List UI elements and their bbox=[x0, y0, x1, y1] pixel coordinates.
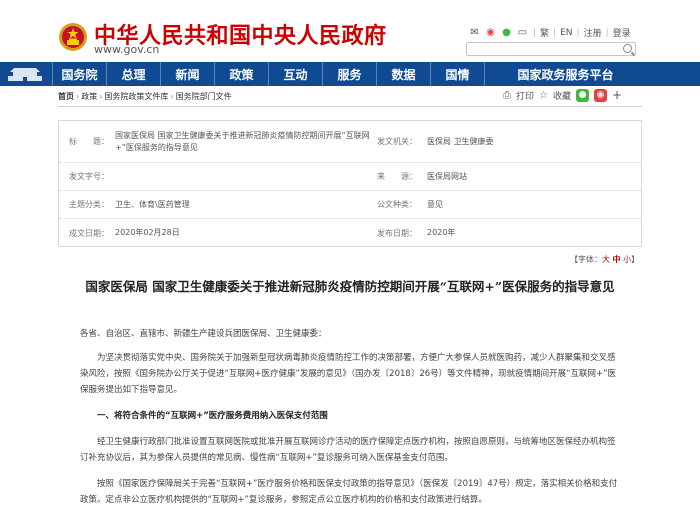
source-value: 医保局网站 bbox=[427, 171, 467, 181]
nav-item-premier[interactable]: 总理 bbox=[106, 62, 160, 86]
print-icon[interactable]: ⎙ bbox=[503, 90, 511, 101]
info-row-category: 主题分类： 卫生、体育\医药管理 公文种类： 意见 bbox=[59, 191, 641, 219]
breadcrumb-home[interactable]: 首页 bbox=[58, 92, 74, 101]
breadcrumb-department-docs[interactable]: 国务院部门文件 bbox=[176, 92, 232, 101]
site-url: www.gov.cn bbox=[94, 43, 160, 56]
category-label: 主题分类： bbox=[69, 200, 109, 209]
nav-item-data[interactable]: 数据 bbox=[376, 62, 430, 86]
breadcrumb-policy[interactable]: 政策 bbox=[81, 92, 97, 101]
info-row-docno: 发文字号： 来 源： 医保局网站 bbox=[59, 163, 641, 191]
search-input[interactable] bbox=[466, 42, 636, 56]
star-icon[interactable]: ☆ bbox=[539, 90, 548, 101]
breadcrumb: 首页 › 政策 › 国务院政策文件库 › 国务院部门文件 bbox=[58, 92, 232, 101]
publish-date-label: 发布日期： bbox=[377, 228, 417, 238]
font-size-large[interactable]: 大 bbox=[602, 255, 610, 264]
nav-item-interaction[interactable]: 互动 bbox=[268, 62, 322, 86]
title-label: 标 题： bbox=[69, 137, 109, 146]
title-value: 国家医保局 国家卫生健康委关于推进新冠肺炎疫情防控期间开展“互联网+”医保服务的… bbox=[115, 130, 370, 152]
breadcrumb-policy-library[interactable]: 国务院政策文件库 bbox=[104, 92, 168, 101]
link-register[interactable]: 注册 bbox=[584, 26, 602, 39]
wechat-icon[interactable]: ● bbox=[500, 27, 513, 38]
article-salutation: 各省、自治区、直辖市、新疆生产建设兵团医保局、卫生健康委： bbox=[80, 329, 327, 339]
main-nav: 国务院 总理 新闻 政策 互动 服务 数据 国情 国家政务服务平台 bbox=[0, 62, 700, 86]
issuer-value: 医保局 卫生健康委 bbox=[427, 136, 494, 146]
more-share-icon[interactable]: + bbox=[612, 88, 622, 102]
national-emblem-icon[interactable] bbox=[58, 22, 88, 52]
search-icon[interactable] bbox=[623, 44, 632, 53]
nav-item-news[interactable]: 新闻 bbox=[160, 62, 214, 86]
source-label: 来 源： bbox=[377, 172, 417, 181]
link-traditional[interactable]: 繁 bbox=[540, 26, 549, 39]
weibo-share-icon[interactable]: ◉ bbox=[594, 88, 607, 102]
nav-item-service-platform[interactable]: 国家政务服务平台 bbox=[484, 62, 646, 86]
nav-item-policy[interactable]: 政策 bbox=[214, 62, 268, 86]
article-paragraph-1: 为坚决贯彻落实党中央、国务院关于加强新型冠状病毒肺炎疫情防控工作的决策部署，方便… bbox=[80, 353, 617, 395]
top-links: ✉ ◉ ● ▭ | 繁 | EN | 注册 | 登录 bbox=[468, 26, 631, 39]
info-row-title: 标 题： 国家医保局 国家卫生健康委关于推进新冠肺炎疫情防控期间开展“互联网+”… bbox=[59, 121, 641, 163]
font-size-medium[interactable]: 中 bbox=[613, 255, 621, 264]
nav-item-service[interactable]: 服务 bbox=[322, 62, 376, 86]
favorite-button[interactable]: 收藏 bbox=[553, 89, 571, 102]
category-value: 卫生、体育\医药管理 bbox=[115, 199, 190, 209]
publish-date-value: 2020年 bbox=[427, 228, 456, 237]
site-header: 中华人民共和国中央人民政府 www.gov.cn ✉ ◉ ● ▭ | 繁 | E… bbox=[0, 0, 700, 62]
weibo-icon[interactable]: ◉ bbox=[484, 27, 497, 38]
info-row-date: 成文日期： 2020年02月28日 发布日期： 2020年 bbox=[59, 219, 641, 247]
font-size-small[interactable]: 小 bbox=[623, 255, 631, 264]
nav-home-logo[interactable] bbox=[0, 62, 52, 86]
issuer-label: 发文机关： bbox=[377, 137, 417, 146]
article-paragraph-2: 经卫生健康行政部门批准设置互联网医院或批准开展互联网诊疗活动的医疗保障定点医疗机… bbox=[80, 437, 616, 463]
doc-type-value: 意见 bbox=[427, 199, 443, 209]
mail-icon[interactable]: ✉ bbox=[468, 27, 481, 38]
app-icon[interactable]: ▭ bbox=[516, 27, 529, 38]
tiananmen-icon bbox=[8, 68, 42, 81]
doc-no-label: 发文字号： bbox=[69, 172, 109, 181]
nav-item-national-info[interactable]: 国情 bbox=[430, 62, 484, 86]
article-heading-1: 一、将符合条件的“互联网+”医疗服务费用纳入医保支付范围 bbox=[97, 411, 328, 421]
document-info-table: 标 题： 国家医保局 国家卫生健康委关于推进新冠肺炎疫情防控期间开展“互联网+”… bbox=[58, 120, 642, 247]
link-english[interactable]: EN bbox=[560, 28, 572, 38]
date-value: 2020年02月28日 bbox=[115, 228, 180, 237]
nav-item-state-council[interactable]: 国务院 bbox=[52, 62, 106, 86]
font-size-selector: 【字体：大 中 小】 bbox=[570, 255, 640, 264]
share-tools: ⎙ 打印 ☆ 收藏 ● ◉ + bbox=[503, 88, 622, 102]
article-paragraph-3: 按照《国家医疗保障局关于完善“互联网+”医疗服务价格和医保支付政策的指导意见》（… bbox=[80, 479, 618, 505]
date-label: 成文日期： bbox=[69, 228, 109, 238]
print-button[interactable]: 打印 bbox=[516, 89, 534, 102]
doc-type-label: 公文种类： bbox=[377, 200, 417, 209]
divider bbox=[58, 106, 642, 107]
article-title: 国家医保局 国家卫生健康委关于推进新冠肺炎疫情防控期间开展“互联网+”医保服务的… bbox=[85, 279, 615, 294]
link-login[interactable]: 登录 bbox=[613, 26, 631, 39]
wechat-share-icon[interactable]: ● bbox=[576, 88, 589, 102]
